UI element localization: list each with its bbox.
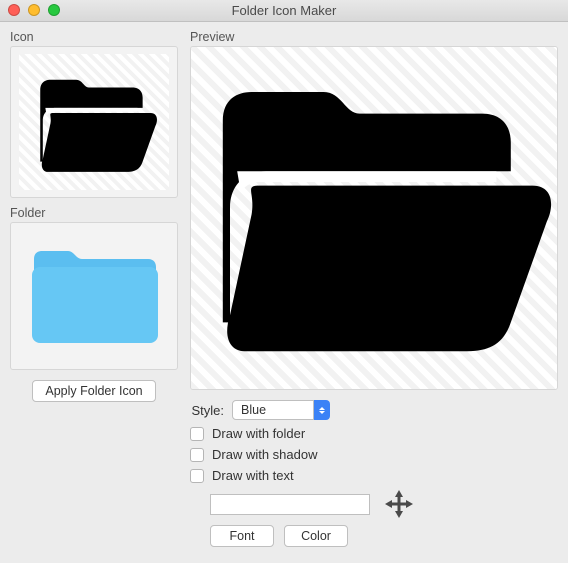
- close-window-button[interactable]: [8, 4, 20, 16]
- folder-section-label: Folder: [10, 206, 178, 220]
- folder-well[interactable]: [10, 222, 178, 370]
- open-folder-icon: [30, 72, 158, 172]
- open-folder-icon: [194, 68, 554, 368]
- style-select-value: Blue: [232, 400, 314, 420]
- apply-folder-icon-button[interactable]: Apply Folder Icon: [32, 380, 155, 402]
- icon-section-label: Icon: [10, 30, 178, 44]
- draw-with-folder-label: Draw with folder: [212, 426, 305, 441]
- text-input[interactable]: [210, 494, 370, 515]
- draw-with-shadow-label: Draw with shadow: [212, 447, 318, 462]
- chevron-up-down-icon: [314, 400, 330, 420]
- draw-with-text-label: Draw with text: [212, 468, 294, 483]
- window-controls: [8, 4, 60, 16]
- window-title: Folder Icon Maker: [232, 3, 337, 18]
- minimize-window-button[interactable]: [28, 4, 40, 16]
- zoom-window-button[interactable]: [48, 4, 60, 16]
- style-select[interactable]: Blue: [232, 400, 330, 420]
- style-label: Style:: [184, 403, 224, 418]
- draw-with-shadow-checkbox[interactable]: [190, 448, 204, 462]
- draw-with-folder-checkbox[interactable]: [190, 427, 204, 441]
- preview-section-label: Preview: [190, 30, 558, 44]
- draw-with-text-checkbox[interactable]: [190, 469, 204, 483]
- font-button[interactable]: Font: [210, 525, 274, 547]
- titlebar: Folder Icon Maker: [0, 0, 568, 22]
- move-icon[interactable]: [384, 489, 414, 519]
- icon-well[interactable]: [10, 46, 178, 198]
- blue-folder-icon: [24, 241, 164, 351]
- preview-well: [190, 46, 558, 390]
- color-button[interactable]: Color: [284, 525, 348, 547]
- icon-thumbnail: [19, 54, 169, 190]
